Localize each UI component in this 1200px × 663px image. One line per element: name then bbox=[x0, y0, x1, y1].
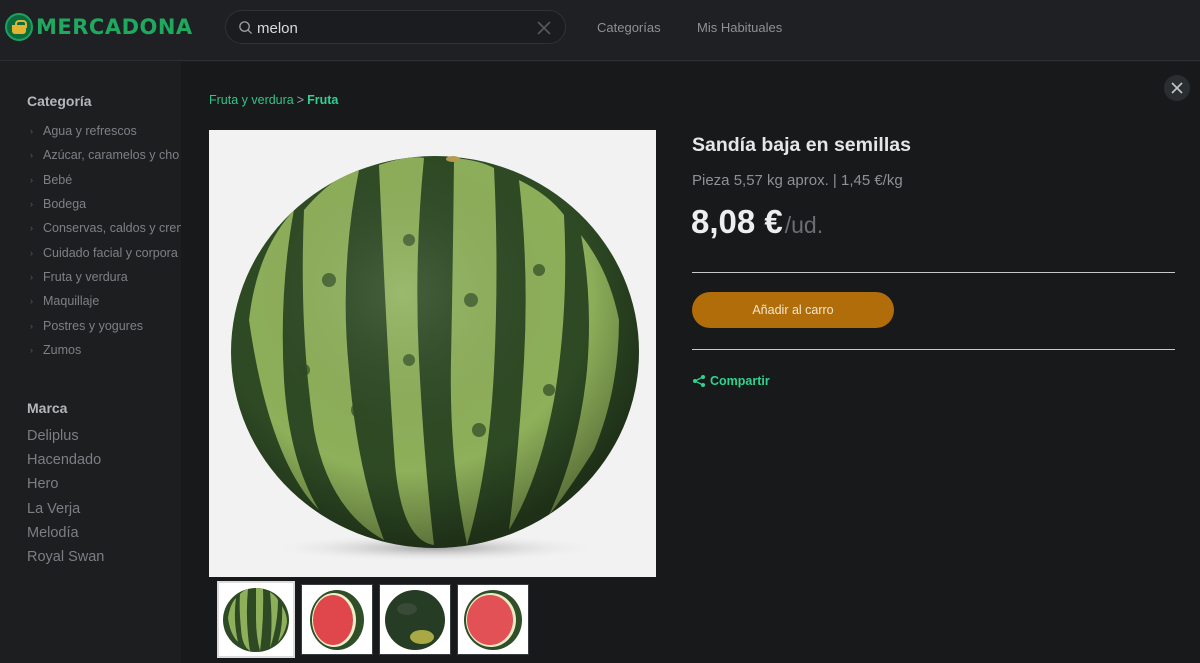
product-main-image bbox=[209, 130, 656, 577]
breadcrumb-parent[interactable]: Fruta y verdura bbox=[209, 93, 294, 107]
watermelon-image bbox=[231, 156, 639, 562]
breadcrumb-current[interactable]: Fruta bbox=[307, 93, 338, 107]
watermelon-half-thumb bbox=[464, 589, 522, 650]
category-item[interactable]: › Agua y refrescos bbox=[30, 119, 181, 143]
product-weight-price: Pieza 5,57 kg aprox. | 1,45 €/kg bbox=[692, 172, 903, 189]
brand-item[interactable]: Royal Swan bbox=[27, 545, 104, 569]
watermelon-dark-thumb bbox=[385, 589, 445, 650]
top-header: MERCADONA Categorías Mis Habituales bbox=[0, 0, 1200, 61]
brand-item[interactable]: Melodía bbox=[27, 521, 104, 545]
brand-filter-title: Marca bbox=[27, 400, 68, 416]
share-link[interactable]: Compartir bbox=[692, 374, 770, 388]
category-item[interactable]: › Bebé bbox=[30, 168, 181, 192]
chevron-right-icon: › bbox=[30, 247, 33, 258]
category-item[interactable]: › Fruta y verdura bbox=[30, 265, 181, 289]
brand-item[interactable]: Hacendado bbox=[27, 448, 104, 472]
category-item[interactable]: › Maquillaje bbox=[30, 289, 181, 313]
filter-sidebar: Categoría › Agua y refrescos › Azúcar, car… bbox=[0, 62, 181, 663]
clear-search-icon[interactable] bbox=[535, 19, 553, 37]
close-icon bbox=[1171, 82, 1183, 94]
close-button[interactable] bbox=[1164, 75, 1190, 101]
basket-icon bbox=[5, 13, 33, 41]
nav-favourites-link[interactable]: Mis Habituales bbox=[697, 20, 782, 35]
chevron-right-icon: › bbox=[30, 296, 33, 307]
chevron-right-icon: › bbox=[30, 320, 33, 331]
brand-item[interactable]: Deliplus bbox=[27, 424, 104, 448]
category-item[interactable]: › Cuidado facial y corpora bbox=[30, 240, 181, 264]
chevron-right-icon: › bbox=[30, 271, 33, 282]
divider bbox=[692, 272, 1175, 273]
brand-name: MERCADONA bbox=[36, 15, 193, 39]
thumbnail-whole[interactable] bbox=[217, 581, 295, 658]
chevron-right-icon: › bbox=[30, 150, 33, 161]
brand-filter-list: Deliplus Hacendado Hero La Verja Melodía… bbox=[27, 424, 104, 569]
search-input[interactable] bbox=[257, 17, 537, 39]
brand-item[interactable]: Hero bbox=[27, 472, 104, 496]
mercadona-logo[interactable]: MERCADONA bbox=[5, 12, 193, 42]
thumbnail-half[interactable] bbox=[457, 584, 529, 655]
price-unit: /ud. bbox=[784, 212, 824, 238]
watermelon-whole-thumb bbox=[223, 587, 289, 652]
share-icon bbox=[693, 375, 705, 387]
watermelon-slice-thumb bbox=[310, 589, 364, 650]
brand-item[interactable]: La Verja bbox=[27, 497, 104, 521]
chevron-right-icon: › bbox=[30, 223, 33, 234]
share-label: Compartir bbox=[710, 374, 770, 388]
product-price: 8,08 € /ud. bbox=[691, 203, 823, 241]
category-item[interactable]: › Postres y yogures bbox=[30, 313, 181, 337]
category-filter-title: Categoría bbox=[27, 93, 92, 109]
category-item[interactable]: › Conservas, caldos y crem bbox=[30, 216, 181, 240]
category-item[interactable]: › Zumos bbox=[30, 338, 181, 362]
product-title: Sandía baja en semillas bbox=[692, 134, 911, 156]
price-value: 8,08 € bbox=[691, 203, 783, 240]
category-item[interactable]: › Bodega bbox=[30, 192, 181, 216]
breadcrumb: Fruta y verdura > Fruta bbox=[209, 93, 338, 107]
product-detail-panel: Fruta y verdura > Fruta Sandía baja en s… bbox=[181, 62, 1200, 663]
thumbnail-slice[interactable] bbox=[301, 584, 373, 655]
category-filter-list: › Agua y refrescos › Azúcar, caramelos y c… bbox=[30, 119, 181, 362]
chevron-right-icon: › bbox=[30, 199, 33, 210]
thumbnail-dark[interactable] bbox=[379, 584, 451, 655]
chevron-right-icon: › bbox=[30, 126, 33, 137]
add-to-cart-button[interactable]: Añadir al carro bbox=[692, 292, 894, 328]
search-icon bbox=[239, 21, 253, 35]
nav-categories-link[interactable]: Categorías bbox=[597, 20, 661, 35]
thumbnail-strip bbox=[217, 581, 529, 658]
chevron-right-icon: › bbox=[30, 174, 33, 185]
category-item[interactable]: › Azúcar, caramelos y cho bbox=[30, 143, 181, 167]
search-bar[interactable] bbox=[225, 10, 566, 44]
breadcrumb-separator: > bbox=[296, 93, 305, 107]
chevron-right-icon: › bbox=[30, 344, 33, 355]
divider bbox=[692, 349, 1175, 350]
